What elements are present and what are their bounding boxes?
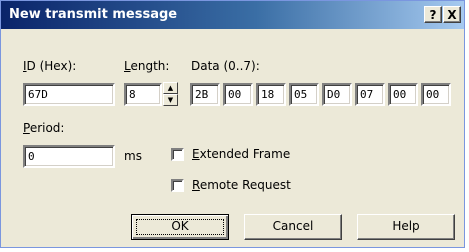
period-label-rest: eriod: (29, 121, 65, 135)
data-byte-0-input[interactable]: 2B (190, 83, 220, 106)
data-byte-7-input[interactable]: 00 (421, 83, 451, 106)
length-input[interactable]: 8 (124, 83, 162, 106)
title-bar[interactable]: New transmit message ? X (1, 1, 464, 29)
help-button-rest: elp (401, 219, 420, 233)
id-hex-label-rest: D (Hex): (26, 59, 77, 73)
remote-request-accel: R (192, 178, 200, 192)
length-spinner[interactable]: ▲ ▼ (163, 82, 178, 106)
extended-frame-checkbox[interactable] (171, 148, 184, 161)
extended-frame-label[interactable]: Extended Frame (192, 147, 290, 161)
data-byte-1-input[interactable]: 00 (223, 83, 253, 106)
focus-rect (136, 219, 224, 235)
length-label: Length: (124, 59, 169, 73)
cancel-button[interactable]: Cancel (244, 214, 342, 240)
extended-frame-rest: xtended Frame (199, 147, 291, 161)
data-byte-4-input[interactable]: D0 (322, 83, 352, 106)
help-button-accel: H (392, 219, 402, 233)
period-label: Period: (23, 121, 64, 135)
length-label-rest: ength: (130, 59, 170, 73)
data-label: Data (0..7): (191, 59, 260, 73)
help-button[interactable]: Help (357, 214, 455, 240)
close-button[interactable]: X (443, 6, 461, 23)
new-transmit-message-dialog: New transmit message ? X ID (Hex): Lengt… (0, 0, 465, 248)
period-label-accel: P (23, 121, 30, 135)
help-title-button[interactable]: ? (424, 6, 442, 23)
cancel-button-label: Cancel (272, 219, 314, 233)
remote-request-checkbox[interactable] (171, 179, 184, 192)
spin-up-arrow-icon[interactable]: ▲ (163, 82, 178, 94)
data-byte-5-input[interactable]: 07 (355, 83, 385, 106)
period-input[interactable]: 0 (23, 145, 115, 168)
window-title: New transmit message (9, 7, 178, 22)
data-byte-3-input[interactable]: 05 (289, 83, 319, 106)
data-byte-6-input[interactable]: 00 (388, 83, 418, 106)
remote-request-label[interactable]: Remote Request (192, 178, 291, 192)
ms-unit-label: ms (124, 149, 142, 163)
ok-button[interactable]: OK (131, 214, 229, 240)
remote-request-rest: emote Request (199, 178, 291, 192)
id-hex-label: ID (Hex): (23, 59, 76, 73)
data-byte-2-input[interactable]: 18 (256, 83, 286, 106)
extended-frame-accel: E (192, 147, 200, 161)
id-hex-input[interactable]: 67D (23, 83, 115, 106)
spin-down-arrow-icon[interactable]: ▼ (163, 94, 178, 106)
